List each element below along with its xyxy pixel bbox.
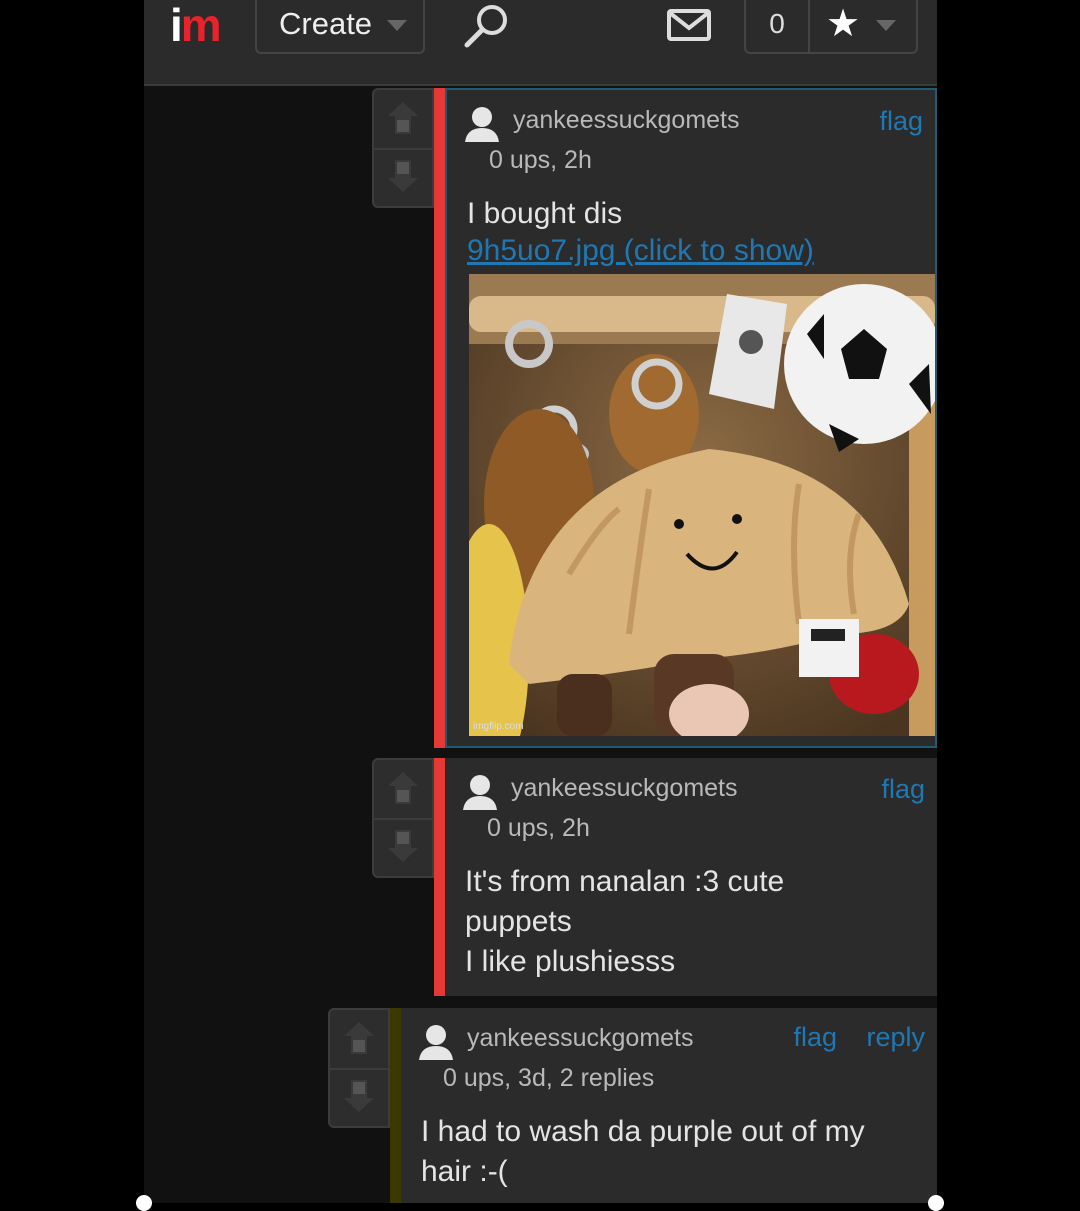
- comment-username[interactable]: yankeessuckgomets: [511, 774, 738, 803]
- comment-text-line: It's from nanalan :3 cute: [465, 865, 785, 898]
- vote-controls: [372, 758, 434, 878]
- comment: yankeessuckgomets 0 ups, 3d, 2 replies f…: [328, 1008, 937, 1203]
- comment-text-line: I had to wash da purple out of my: [421, 1115, 865, 1148]
- thread-depth-bar: [390, 1008, 401, 1203]
- image-link[interactable]: 9h5uo7.jpg (click to show): [467, 234, 814, 268]
- comment-body: yankeessuckgomets 0 ups, 3d, 2 replies f…: [401, 1008, 937, 1203]
- avatar-icon: [465, 107, 499, 142]
- comment-username[interactable]: yankeessuckgomets: [513, 106, 740, 135]
- vote-controls: [372, 88, 434, 208]
- star-icon[interactable]: ★: [826, 0, 860, 48]
- logo-i: i: [170, 0, 183, 51]
- search-icon[interactable]: [462, 2, 512, 48]
- imgflip-logo[interactable]: im: [170, 0, 222, 51]
- top-navbar: im Create 0 ★: [144, 0, 937, 86]
- downvote-arrow-icon[interactable]: [374, 148, 432, 206]
- croissant-plush-photo: imgflip.com: [469, 274, 935, 736]
- comment-image[interactable]: imgflip.com: [469, 274, 935, 736]
- flag-link[interactable]: flag: [879, 106, 923, 137]
- flag-link[interactable]: flag: [881, 774, 925, 805]
- comment-text-line: puppets: [465, 905, 572, 938]
- vote-controls: [328, 1008, 390, 1128]
- flag-link[interactable]: flag: [793, 1022, 837, 1053]
- upvote-arrow-icon[interactable]: [330, 1010, 388, 1070]
- comment-meta: 0 ups, 2h: [489, 146, 592, 174]
- upvote-arrow-icon[interactable]: [374, 760, 432, 820]
- downvote-arrow-icon[interactable]: [330, 1068, 388, 1126]
- create-button[interactable]: Create: [255, 0, 425, 54]
- comment-body: yankeessuckgomets 0 ups, 2h flag I bough…: [445, 88, 937, 748]
- logo-m: m: [180, 0, 222, 51]
- thread-depth-bar: [434, 758, 445, 996]
- comment-text-line: hair :-(: [421, 1155, 508, 1188]
- chevron-down-icon: [387, 20, 407, 31]
- upvote-arrow-icon[interactable]: [374, 90, 432, 150]
- notifications-menu[interactable]: 0 ★: [744, 0, 918, 54]
- create-label: Create: [279, 6, 373, 41]
- comment-text: I bought dis: [467, 197, 623, 230]
- comment-meta: 0 ups, 2h: [487, 814, 590, 842]
- comment: yankeessuckgomets 0 ups, 2h flag I bough…: [372, 88, 937, 748]
- downvote-arrow-icon[interactable]: [374, 818, 432, 876]
- mail-icon[interactable]: [666, 8, 712, 42]
- comment-username[interactable]: yankeessuckgomets: [467, 1024, 694, 1053]
- app-frame: im Create 0 ★ yankeessuckgomets 0 ups, 2…: [144, 0, 937, 1203]
- comment-text-line: I like plushiesss: [465, 945, 676, 978]
- comment-meta: 0 ups, 3d, 2 replies: [443, 1064, 655, 1092]
- chevron-down-icon: [876, 20, 896, 31]
- avatar-icon: [419, 1025, 453, 1060]
- screen-edge-handle: [928, 1195, 944, 1211]
- image-watermark: imgflip.com: [473, 721, 524, 732]
- thread-depth-bar: [434, 88, 445, 748]
- avatar-icon: [463, 775, 497, 810]
- comment: yankeessuckgomets 0 ups, 2h flag It's fr…: [372, 758, 937, 996]
- notification-count[interactable]: 0: [746, 0, 810, 52]
- reply-link[interactable]: reply: [866, 1022, 925, 1053]
- screen-edge-handle: [136, 1195, 152, 1211]
- comment-body: yankeessuckgomets 0 ups, 2h flag It's fr…: [445, 758, 937, 996]
